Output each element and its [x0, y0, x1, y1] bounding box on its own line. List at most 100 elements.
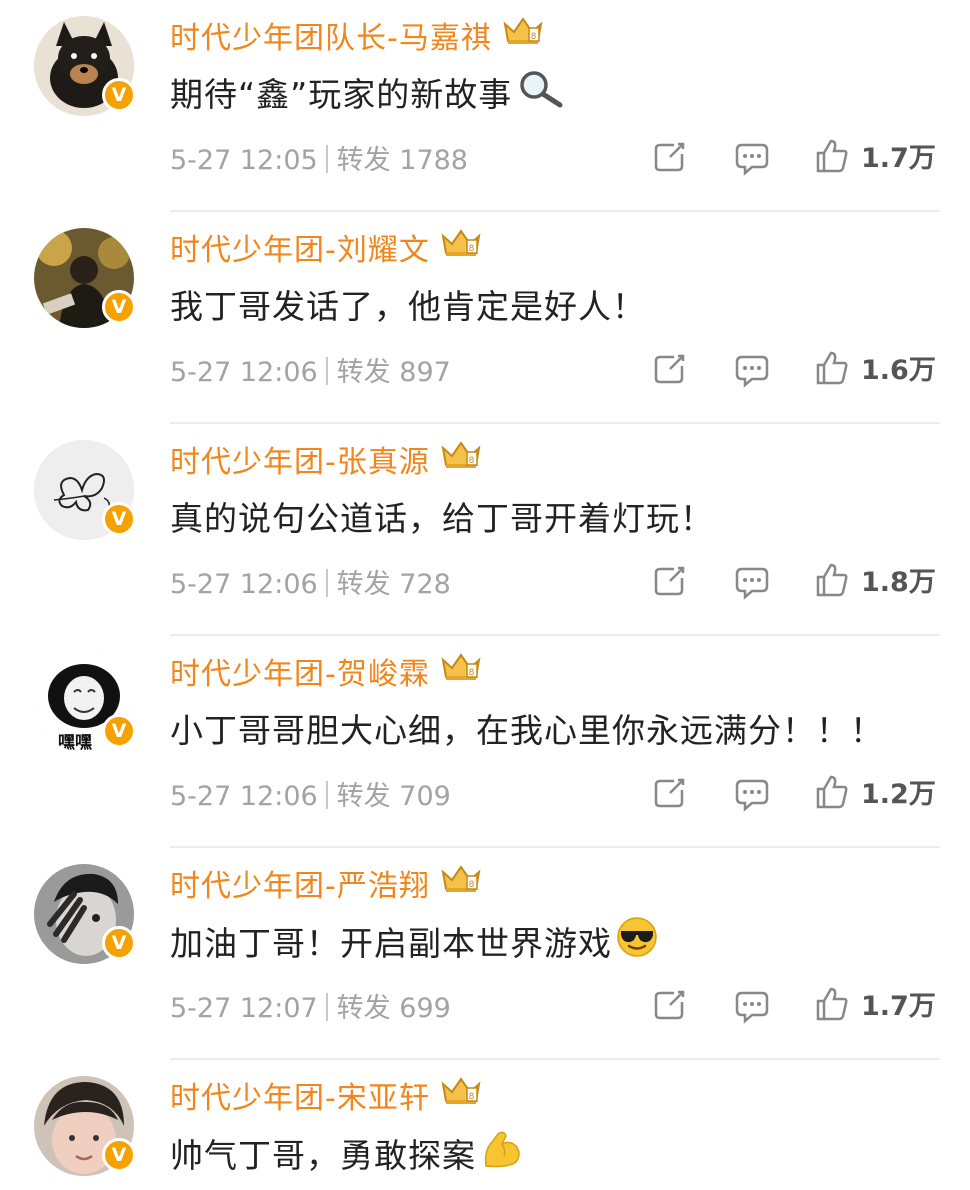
comment-text-content: 真的说句公道话，给丁哥开着灯玩！	[170, 499, 714, 538]
verified-badge-icon: V	[102, 926, 136, 960]
like-button[interactable]: 1.2万	[815, 772, 936, 811]
verified-badge-icon: V	[102, 502, 136, 536]
share-button[interactable]	[652, 352, 688, 390]
verified-badge-icon: V	[102, 78, 136, 112]
like-button[interactable]: 1.8万	[815, 560, 936, 599]
svg-text:8: 8	[468, 1092, 475, 1102]
comment-text: 帅气丁哥，勇敢探案	[170, 1128, 524, 1178]
username[interactable]: 时代少年团队长-马嘉祺 8	[170, 13, 544, 57]
username-text[interactable]: 时代少年团-贺峻霖	[170, 649, 430, 693]
thumbs-up-icon	[816, 987, 848, 1020]
comment-meta: 5-27 12:05 转发 1788	[170, 138, 468, 177]
username[interactable]: 时代少年团-刘耀文 8	[170, 225, 482, 269]
flexed-biceps-emoji-icon	[480, 1128, 524, 1178]
username[interactable]: 时代少年团-宋亚轩 8	[170, 1073, 482, 1117]
crown-icon: 8	[502, 16, 544, 54]
repost-label: 转发	[336, 145, 391, 176]
share-button[interactable]	[652, 564, 688, 602]
comment-text: 加油丁哥！开启副本世界游戏	[170, 916, 658, 966]
timestamp: 5-27 12:06	[170, 357, 318, 388]
comment-item: V 时代少年团队长-马嘉祺 8 期待“鑫”玩家的新故事 5-27 12:05 转发…	[0, 0, 970, 212]
share-button[interactable]	[652, 988, 688, 1026]
repost-label: 转发	[336, 569, 391, 600]
meta-separator	[325, 569, 328, 597]
username[interactable]: 时代少年团-贺峻霖 8	[170, 649, 482, 693]
crown-icon: 8	[440, 1076, 482, 1114]
username-text[interactable]: 时代少年团-张真源	[170, 437, 430, 481]
comment-text-content: 期待“鑫”玩家的新故事	[170, 75, 513, 114]
comment-button[interactable]	[734, 988, 770, 1028]
share-button[interactable]	[652, 776, 688, 814]
repost-count: 1788	[399, 145, 468, 176]
meta-separator	[325, 993, 328, 1021]
comment-text-content: 我丁哥发话了，他肯定是好人！	[170, 287, 646, 326]
username-text[interactable]: 时代少年团-宋亚轩	[170, 1073, 430, 1117]
like-count: 1.8万	[861, 567, 936, 598]
repost-label: 转发	[336, 357, 391, 388]
comment-button[interactable]	[734, 352, 770, 392]
like-button[interactable]: 1.7万	[815, 136, 936, 175]
thumbs-up-icon	[816, 563, 848, 596]
timestamp: 5-27 12:06	[170, 781, 318, 812]
timestamp: 5-27 12:05	[170, 145, 318, 176]
comment-item: V 时代少年团-刘耀文 8 我丁哥发话了，他肯定是好人！ 5-27 12:06 转…	[0, 212, 970, 424]
comment-meta: 5-27 12:07 转发 699	[170, 986, 451, 1025]
repost-count: 728	[399, 569, 451, 600]
crown-icon: 8	[440, 228, 482, 266]
repost-count: 699	[399, 993, 451, 1024]
username-text[interactable]: 时代少年团-刘耀文	[170, 225, 430, 269]
comment-text: 小丁哥哥胆大心细，在我心里你永远满分！！！	[170, 704, 884, 752]
repost-label: 转发	[336, 781, 391, 812]
like-count: 1.7万	[861, 991, 936, 1022]
weibo-comment-feed: V 时代少年团队长-马嘉祺 8 期待“鑫”玩家的新故事 5-27 12:05 转发…	[0, 0, 970, 1190]
like-button[interactable]: 1.7万	[815, 984, 936, 1023]
like-count: 1.6万	[861, 355, 936, 386]
comment-text: 真的说句公道话，给丁哥开着灯玩！	[170, 492, 714, 540]
verified-badge-icon: V	[102, 714, 136, 748]
thumbs-up-icon	[816, 775, 848, 808]
username-text[interactable]: 时代少年团-严浩翔	[170, 861, 430, 905]
meta-separator	[325, 781, 328, 809]
verified-badge-icon: V	[102, 290, 136, 324]
like-button[interactable]: 1.6万	[815, 348, 936, 387]
magnifier-icon	[516, 68, 564, 116]
thumbs-up-icon	[816, 139, 848, 172]
comment-item: 嘿嘿 V 时代少年团-贺峻霖 8 小丁哥哥胆大心细，在我心里你永远满分！！！ 5…	[0, 636, 970, 848]
svg-text:8: 8	[468, 880, 475, 890]
repost-label: 转发	[336, 993, 391, 1024]
meta-separator	[325, 357, 328, 385]
timestamp: 5-27 12:07	[170, 993, 318, 1024]
crown-icon: 8	[440, 652, 482, 690]
comment-text-content: 小丁哥哥胆大心细，在我心里你永远满分！！！	[170, 711, 884, 750]
crown-icon: 8	[440, 440, 482, 478]
svg-text:8: 8	[468, 456, 475, 466]
repost-count: 709	[399, 781, 451, 812]
comment-button[interactable]	[734, 140, 770, 180]
comment-item: V 时代少年团-严浩翔 8 加油丁哥！开启副本世界游戏 5-27 12:07 转发…	[0, 848, 970, 1060]
timestamp: 5-27 12:06	[170, 569, 318, 600]
username[interactable]: 时代少年团-严浩翔 8	[170, 861, 482, 905]
comment-item: V 时代少年团-宋亚轩 8 帅气丁哥，勇敢探案	[0, 1060, 970, 1190]
comment-text-content: 加油丁哥！开启副本世界游戏	[170, 924, 612, 963]
verified-badge-icon: V	[102, 1138, 136, 1172]
comment-button[interactable]	[734, 564, 770, 604]
like-count: 1.2万	[861, 779, 936, 810]
thumbs-up-icon	[816, 351, 848, 384]
comment-text-content: 帅气丁哥，勇敢探案	[170, 1136, 476, 1175]
avatar-caption: 嘿嘿	[58, 733, 92, 752]
username[interactable]: 时代少年团-张真源 8	[170, 437, 482, 481]
sunglasses-emoji-icon	[616, 916, 658, 966]
comment-item: V 时代少年团-张真源 8 真的说句公道话，给丁哥开着灯玩！ 5-27 12:0…	[0, 424, 970, 636]
comment-meta: 5-27 12:06 转发 709	[170, 774, 451, 813]
comment-button[interactable]	[734, 776, 770, 816]
svg-text:8: 8	[468, 668, 475, 678]
svg-text:8: 8	[468, 244, 475, 254]
share-button[interactable]	[652, 140, 688, 178]
comment-meta: 5-27 12:06 转发 897	[170, 350, 451, 389]
like-count: 1.7万	[861, 143, 936, 174]
username-text[interactable]: 时代少年团队长-马嘉祺	[170, 13, 492, 57]
comment-text: 我丁哥发话了，他肯定是好人！	[170, 280, 646, 328]
meta-separator	[325, 145, 328, 173]
comment-meta: 5-27 12:06 转发 728	[170, 562, 451, 601]
svg-text:8: 8	[530, 32, 537, 42]
